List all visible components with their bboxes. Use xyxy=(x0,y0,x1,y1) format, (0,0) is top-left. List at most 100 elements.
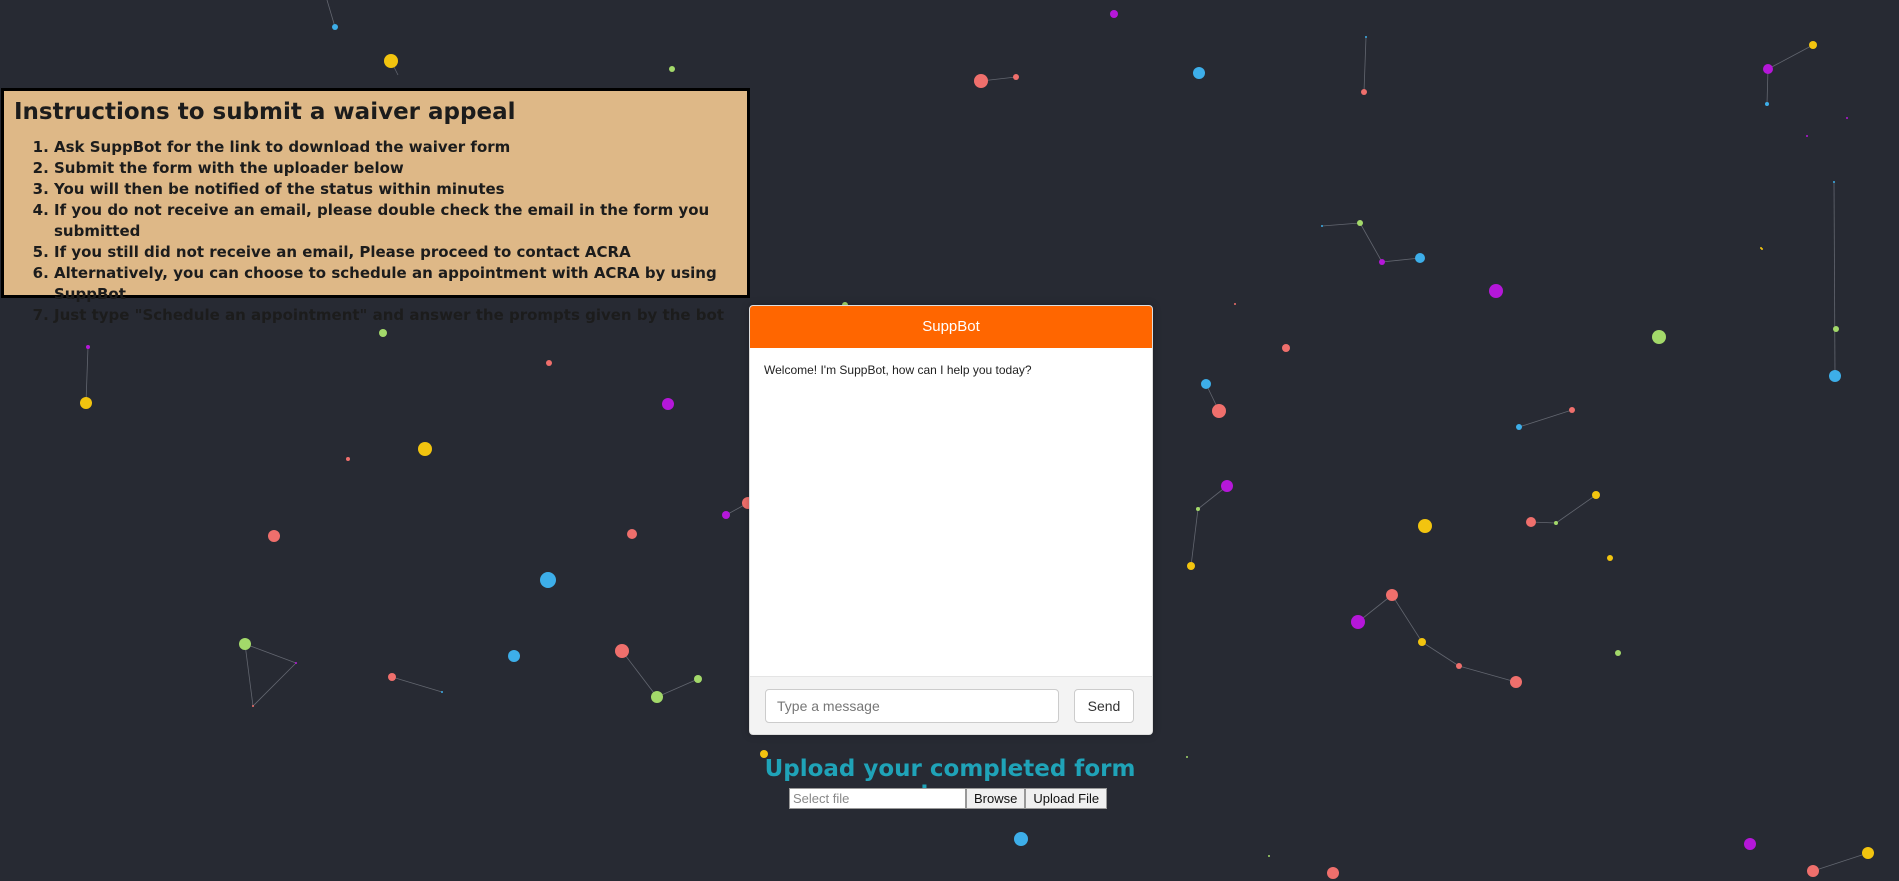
particle-dot xyxy=(1357,220,1363,226)
particle-dot xyxy=(1554,521,1558,525)
particle-dot xyxy=(239,638,251,650)
particle-dot xyxy=(1833,181,1835,183)
particle-link xyxy=(1767,44,1814,70)
particle-dot xyxy=(252,705,254,707)
particle-dot xyxy=(1607,555,1613,561)
particle-dot xyxy=(1592,491,1600,499)
particle-dot xyxy=(332,24,338,30)
particle-dot xyxy=(1221,480,1233,492)
upload-file-button[interactable]: Upload File xyxy=(1025,788,1108,809)
particle-link xyxy=(1363,36,1367,93)
instruction-step: Submit the form with the uploader below xyxy=(54,158,737,179)
instructions-steps: Ask SuppBot for the link to download the… xyxy=(14,137,737,326)
instruction-step: If you still did not receive an email, P… xyxy=(54,242,737,263)
particle-dot xyxy=(1744,838,1756,850)
particle-dot xyxy=(694,675,702,683)
chatbot-widget: SuppBot Welcome! I'm SuppBot, how can I … xyxy=(749,305,1153,735)
particle-dot xyxy=(346,457,350,461)
particle-dot xyxy=(268,530,280,542)
particle-dot xyxy=(1234,303,1236,305)
particle-dot xyxy=(1615,650,1621,656)
particle-link xyxy=(244,643,254,707)
particle-dot xyxy=(627,529,637,539)
particle-dot xyxy=(1110,10,1118,18)
particle-dot xyxy=(546,360,552,366)
particle-dot xyxy=(1833,326,1839,332)
instruction-step: You will then be notified of the status … xyxy=(54,179,737,200)
particle-dot xyxy=(1187,562,1195,570)
bot-message: Welcome! I'm SuppBot, how can I help you… xyxy=(764,363,1032,377)
particle-dot xyxy=(441,691,443,693)
chat-messages: Welcome! I'm SuppBot, how can I help you… xyxy=(750,348,1152,676)
chat-footer: Send xyxy=(750,676,1152,734)
particle-dot xyxy=(1807,865,1819,877)
particle-link xyxy=(1555,494,1597,524)
particle-link xyxy=(1833,181,1836,377)
particle-dot xyxy=(722,511,730,519)
particle-dot xyxy=(86,345,90,349)
particle-link xyxy=(1321,222,1361,227)
particle-dot xyxy=(1526,517,1536,527)
particle-dot xyxy=(1321,225,1323,227)
particle-dot xyxy=(1510,676,1522,688)
particle-link xyxy=(621,650,658,698)
particle-link xyxy=(85,346,89,404)
particle-dot xyxy=(384,54,398,68)
particle-dot xyxy=(1386,589,1398,601)
particle-dot xyxy=(1014,832,1028,846)
particle-link xyxy=(1518,409,1573,428)
particle-dot xyxy=(1013,74,1019,80)
particle-link xyxy=(1190,508,1199,567)
file-path-input[interactable] xyxy=(789,788,966,809)
particle-dot xyxy=(1809,41,1817,49)
particle-dot xyxy=(1418,638,1426,646)
particle-dot xyxy=(1201,379,1211,389)
particle-dot xyxy=(379,329,387,337)
particle-dot xyxy=(1456,663,1462,669)
upload-form: Browse Upload File xyxy=(789,788,1108,809)
particle-dot xyxy=(1806,135,1808,137)
instructions-title: Instructions to submit a waiver appeal xyxy=(14,99,516,125)
particle-dot xyxy=(615,644,629,658)
particle-dot xyxy=(1846,117,1848,119)
particle-dot xyxy=(1379,259,1385,265)
instruction-step: If you do not receive an email, please d… xyxy=(54,200,737,242)
message-input[interactable] xyxy=(765,688,1059,723)
particle-link xyxy=(1381,257,1421,263)
particle-dot xyxy=(662,398,674,410)
particle-link xyxy=(1812,852,1869,872)
instructions-panel: Instructions to submit a waiver appeal A… xyxy=(1,88,750,324)
particle-dot xyxy=(1489,284,1503,298)
send-button[interactable]: Send xyxy=(1074,688,1134,723)
chat-header: SuppBot xyxy=(750,306,1152,348)
particle-link xyxy=(244,643,297,664)
particle-dot xyxy=(1268,855,1270,857)
particle-dot xyxy=(1652,330,1666,344)
particle-dot xyxy=(388,673,396,681)
particle-dot xyxy=(1418,519,1432,533)
instruction-step: Alternatively, you can choose to schedul… xyxy=(54,263,737,305)
particle-dot xyxy=(418,442,432,456)
particle-dot xyxy=(669,66,675,72)
particle-dot xyxy=(1765,102,1769,106)
particle-dot xyxy=(295,662,297,664)
particle-dot xyxy=(1193,67,1205,79)
instruction-step: Just type "Schedule an appointment" and … xyxy=(54,305,737,326)
particle-dot xyxy=(1516,424,1522,430)
particle-link xyxy=(1766,68,1769,105)
particle-dot xyxy=(651,691,663,703)
particle-dot xyxy=(1365,36,1367,38)
particle-dot xyxy=(1763,64,1773,74)
browse-button[interactable]: Browse xyxy=(966,788,1026,809)
particle-dot xyxy=(1829,370,1841,382)
particle-dot xyxy=(1196,507,1200,511)
particle-link xyxy=(1391,594,1423,643)
particle-dot xyxy=(1327,867,1339,879)
particle-dot xyxy=(508,650,520,662)
particle-link xyxy=(326,0,336,28)
particle-link xyxy=(656,678,699,698)
particle-link xyxy=(1421,641,1460,667)
particle-link xyxy=(252,662,297,707)
particle-dot xyxy=(1212,404,1226,418)
particle-dot xyxy=(1415,253,1425,263)
